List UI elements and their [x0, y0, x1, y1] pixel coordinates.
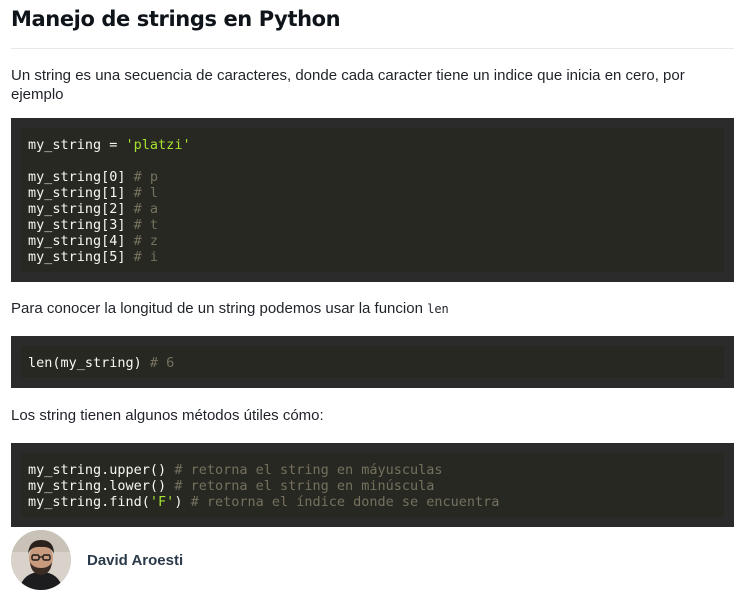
code-text: my_string[1] — [28, 185, 134, 201]
code-text: len(my_string) — [28, 355, 150, 371]
code-comment: # 6 — [149, 355, 175, 371]
code-comment: # i — [133, 249, 159, 265]
user-avatar-icon — [11, 530, 71, 590]
intro-paragraph: Un string es una secuencia de caracteres… — [11, 67, 685, 103]
length-text: Para conocer la longitud de un string po… — [11, 300, 423, 317]
code-comment: # t — [133, 217, 159, 233]
code-content: len(my_string) # 6 — [21, 346, 724, 378]
code-text: my_string[5] — [28, 249, 134, 265]
code-line: my_string[0] # p — [28, 169, 717, 185]
code-line: my_string[4] # z — [28, 233, 717, 249]
code-text: my_string = — [28, 137, 126, 153]
code-text: my_string[2] — [28, 201, 134, 217]
title-divider — [11, 48, 734, 49]
code-comment: # retorna el string en máyusculas — [174, 462, 443, 478]
code-comment: # l — [133, 185, 159, 201]
code-text: my_string.find( — [28, 494, 150, 510]
code-line: my_string[3] # t — [28, 217, 717, 233]
code-text: my_string.upper() — [28, 462, 175, 478]
code-text: my_string[3] — [28, 217, 134, 233]
code-comment: # retorna el índice donde se encuentra — [190, 494, 500, 510]
code-line: len(my_string) # 6 — [28, 355, 717, 371]
code-line: my_string.lower() # retorna el string en… — [28, 478, 717, 494]
code-content: my_string = 'platzi' my_string[0] # p my_s… — [21, 128, 724, 272]
article: Manejo de strings en Python Un string es… — [11, 0, 734, 527]
code-text: ) — [174, 494, 191, 510]
inline-code-len: len — [427, 302, 449, 316]
code-comment: # p — [133, 169, 159, 185]
code-line: my_string[2] # a — [28, 201, 717, 217]
code-line: my_string[5] # i — [28, 249, 717, 265]
code-line: my_string = 'platzi' — [28, 137, 717, 153]
code-string: 'F' — [149, 494, 175, 510]
code-content: my_string.upper() # retorna el string en… — [21, 453, 724, 517]
code-block-length: len(my_string) # 6 — [11, 336, 734, 388]
code-string: 'platzi' — [125, 137, 191, 153]
code-text: my_string.lower() — [28, 478, 175, 494]
code-line: my_string[1] # l — [28, 185, 717, 201]
page-title: Manejo de strings en Python — [11, 7, 341, 31]
code-comment: # z — [133, 233, 159, 249]
methods-paragraph: Los string tienen algunos métodos útiles… — [11, 407, 324, 424]
author-card[interactable]: David Aroesti — [11, 530, 183, 590]
avatar[interactable] — [11, 530, 71, 590]
author-name[interactable]: David Aroesti — [87, 552, 183, 569]
code-comment: # a — [133, 201, 159, 217]
code-block-indexing: my_string = 'platzi' my_string[0] # p my_s… — [11, 118, 734, 282]
length-paragraph: Para conocer la longitud de un string po… — [11, 299, 734, 319]
code-text: my_string[0] — [28, 169, 134, 185]
code-block-methods: my_string.upper() # retorna el string en… — [11, 443, 734, 527]
code-line: my_string.find('F') # retorna el índice … — [28, 494, 717, 510]
code-comment: # retorna el string en minúscula — [174, 478, 435, 494]
code-text: my_string[4] — [28, 233, 134, 249]
code-line: my_string.upper() # retorna el string en… — [28, 462, 717, 478]
